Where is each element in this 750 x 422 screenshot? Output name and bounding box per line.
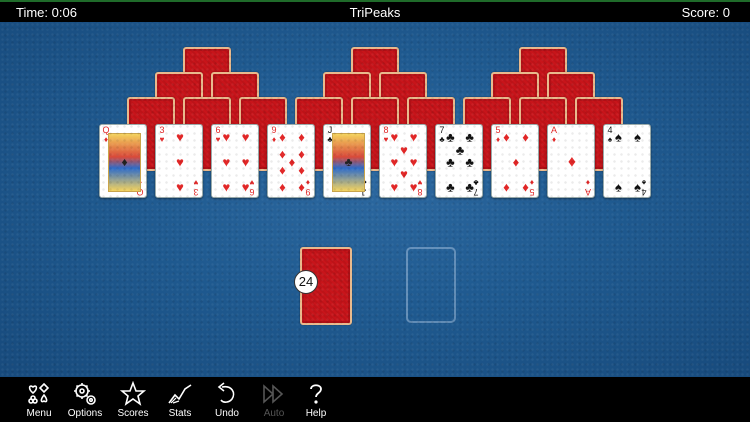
- suit-icon: ♥: [222, 154, 231, 170]
- suit-icon: ♦: [503, 129, 510, 145]
- menu-label: Menu: [26, 408, 52, 419]
- menu-button[interactable]: Menu: [16, 381, 62, 419]
- suit-icon: ♦: [298, 179, 305, 195]
- suit-icon: ♥: [222, 179, 231, 195]
- suit-icon: ♣: [344, 155, 353, 169]
- scores-button[interactable]: Scores: [110, 381, 156, 419]
- undo-button[interactable]: Undo: [204, 381, 250, 419]
- card-pips: ♥ ♥ ♥ ♥ ♥ ♥ ♥ ♥: [388, 129, 420, 195]
- suit-icon: ♦: [298, 162, 305, 178]
- suit-icon: ♦: [279, 146, 286, 162]
- game-table: Q♦Q♦♦3♥3♥♥♥♥6♥6♥♥♥♥♥♥♥9♦9♦♦♦♦♦♦♦♦♦♦J♣J♣♣…: [0, 22, 750, 377]
- suit-icon: ♥: [390, 179, 399, 195]
- suit-icon: ♥: [409, 154, 418, 170]
- suit-icon: ♦: [512, 154, 520, 170]
- auto-button[interactable]: Auto: [251, 381, 297, 419]
- playing-card[interactable]: 4 ♠ 4 ♠ ♠ ♠ ♠ ♠: [603, 124, 651, 198]
- suit-icon: ♣: [465, 154, 474, 170]
- playing-card[interactable]: A ♦ A ♦ ♦: [547, 124, 595, 198]
- help-label: Help: [305, 408, 327, 419]
- suit-icon: ♣: [465, 179, 474, 195]
- suit-icon: ♦: [121, 155, 128, 169]
- suit-icon: ♠: [614, 129, 622, 145]
- suit-icon: ♣: [446, 129, 455, 145]
- suit-icon: ♥: [176, 179, 184, 195]
- card-pips: ♣ ♣ ♣ ♣ ♣ ♣ ♣: [444, 129, 476, 195]
- playing-card[interactable]: 5 ♦ 5 ♦ ♦ ♦ ♦ ♦ ♦: [491, 124, 539, 198]
- card-pips: ♥ ♥ ♥: [164, 129, 196, 195]
- suit-icon: ♦: [288, 154, 296, 170]
- question-icon: [310, 384, 322, 404]
- suit-icon: ♦: [279, 162, 286, 178]
- waste-pile[interactable]: [406, 247, 456, 323]
- suit-icon: ♣: [465, 129, 474, 145]
- suit-icon: ♣: [446, 154, 455, 170]
- suit-icon: ♣: [446, 179, 455, 195]
- playing-card[interactable]: 9 ♦ 9 ♦ ♦ ♦ ♦ ♦ ♦ ♦ ♦ ♦ ♦: [267, 124, 315, 198]
- suit-icon: ♠: [634, 179, 642, 195]
- suit-icon: ♥: [400, 142, 408, 158]
- suit-icon: ♥: [241, 129, 250, 145]
- suit-icon: ♥: [390, 154, 399, 170]
- suit-icon: ♥: [390, 129, 399, 145]
- stats-label: Stats: [168, 408, 192, 419]
- suit-icon: ♦: [298, 146, 305, 162]
- playing-card[interactable]: 8 ♥ 8 ♥ ♥ ♥ ♥ ♥ ♥ ♥ ♥ ♥: [379, 124, 427, 198]
- score-display: Score: 0: [681, 5, 730, 20]
- suit-icon: ♥: [176, 129, 184, 145]
- help-button[interactable]: Help: [293, 381, 339, 419]
- playing-card[interactable]: J♣J♣♣: [323, 124, 371, 198]
- game-title: TriPeaks: [349, 5, 401, 20]
- fast-forward-icon: [263, 384, 284, 404]
- playing-card[interactable]: 6 ♥ 6 ♥ ♥ ♥ ♥ ♥ ♥ ♥: [211, 124, 259, 198]
- suit-icon: ♦: [522, 129, 529, 145]
- status-bar: Time: 0:06 TriPeaks Score: 0: [0, 0, 750, 22]
- undo-label: Undo: [215, 408, 239, 419]
- suit-icon: ♥: [409, 129, 418, 145]
- card-suits-icon: [28, 382, 50, 404]
- suit-icon: ♥: [400, 166, 408, 182]
- suit-icon: ♦: [503, 179, 510, 195]
- card-pips: ♦ ♦ ♦ ♦ ♦ ♦ ♦ ♦ ♦: [276, 129, 308, 195]
- suit-icon: ♥: [176, 154, 184, 170]
- suit-icon: ♦: [522, 179, 529, 195]
- card-pips: ♦ ♦ ♦ ♦ ♦: [500, 129, 532, 195]
- auto-label: Auto: [263, 408, 285, 419]
- court-card-portrait: ♦: [108, 133, 141, 192]
- suit-icon: ♦: [567, 153, 577, 171]
- gears-icon: [74, 383, 96, 405]
- suit-icon: ♥: [222, 129, 231, 145]
- playing-card[interactable]: 7 ♣ 7 ♣ ♣ ♣ ♣ ♣ ♣ ♣ ♣: [435, 124, 483, 198]
- court-card-portrait: ♣: [332, 133, 365, 192]
- suit-icon: ♦: [279, 179, 286, 195]
- card-pips: ♥ ♥ ♥ ♥ ♥ ♥: [220, 129, 252, 195]
- suit-icon: ♣: [455, 142, 465, 158]
- playing-card[interactable]: 3 ♥ 3 ♥ ♥ ♥ ♥: [155, 124, 203, 198]
- suit-icon: ♠: [614, 179, 622, 195]
- star-icon: [120, 381, 146, 406]
- card-pips: ♠ ♠ ♠ ♠: [612, 129, 644, 195]
- scores-label: Scores: [117, 408, 149, 419]
- suit-icon: ♥: [241, 154, 250, 170]
- bottom-toolbar: Menu Options Scores Stats Undo Auto Help: [0, 377, 750, 422]
- options-label: Options: [67, 408, 103, 419]
- suit-icon: ♥: [241, 179, 250, 195]
- playing-card[interactable]: Q♦Q♦♦: [99, 124, 147, 198]
- suit-icon: ♥: [409, 179, 418, 195]
- undo-icon: [217, 382, 235, 403]
- suit-icon: ♦: [298, 129, 305, 145]
- suit-icon: ♠: [634, 129, 642, 145]
- chart-line-icon: [168, 384, 192, 404]
- options-button[interactable]: Options: [62, 381, 108, 419]
- card-pips: ♦: [556, 131, 588, 193]
- stock-count-badge: 24: [294, 270, 318, 294]
- suit-icon: ♦: [279, 129, 286, 145]
- stats-button[interactable]: Stats: [157, 381, 203, 419]
